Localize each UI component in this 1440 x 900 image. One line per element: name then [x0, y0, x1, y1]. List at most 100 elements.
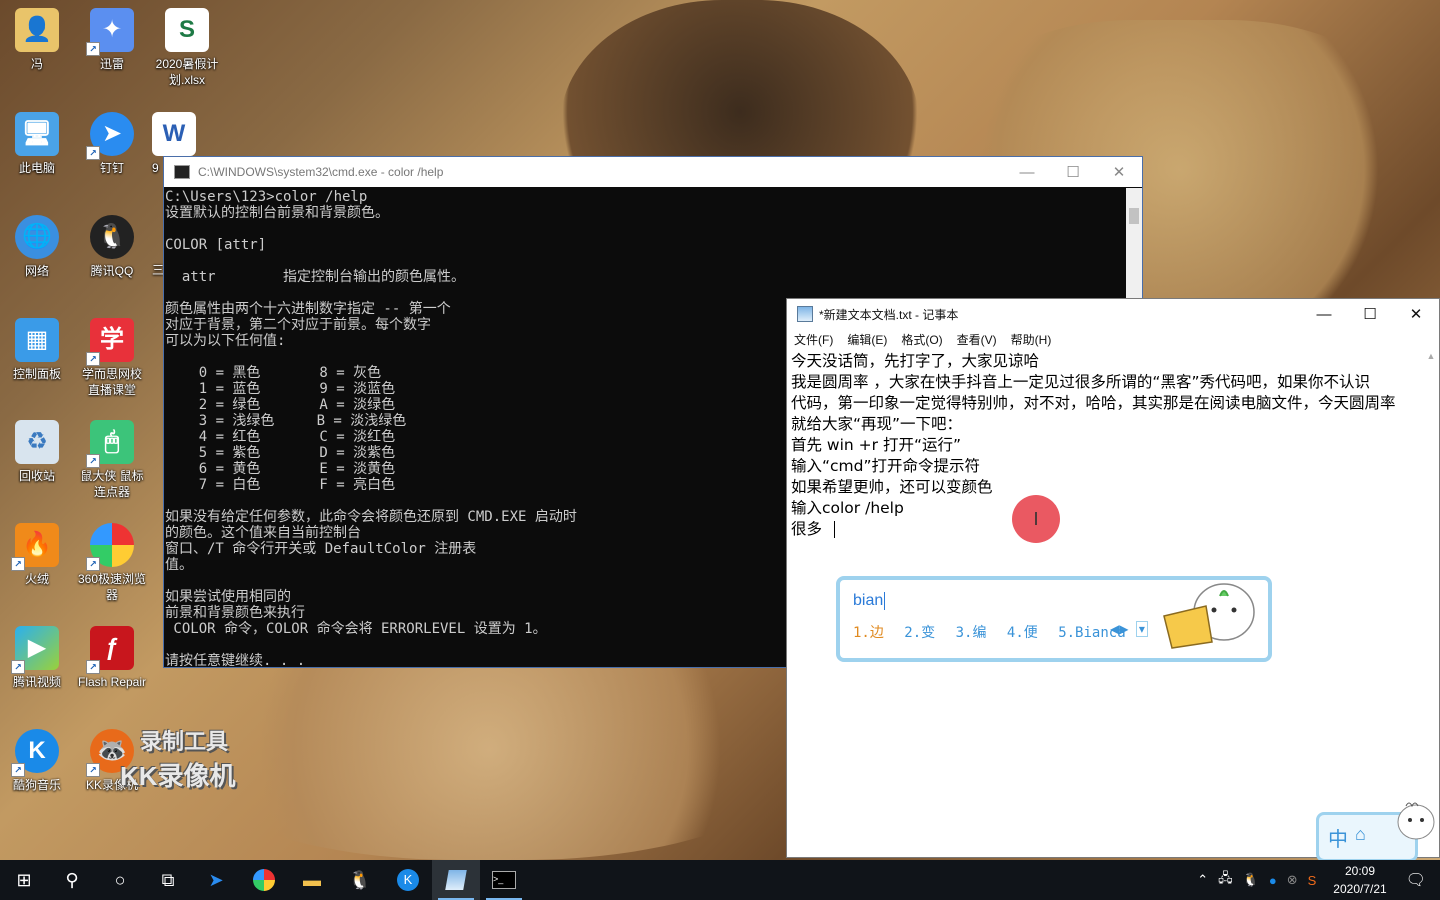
- desktop-icon-dingtalk[interactable]: ➤ ↗ 钉钉: [77, 112, 147, 176]
- mouse-cursor-highlight: I: [1012, 495, 1060, 543]
- minimize-button[interactable]: —: [1301, 299, 1347, 329]
- notepad-menu-bar: 文件(F) 编辑(E) 格式(O) 查看(V) 帮助(H): [787, 329, 1439, 349]
- text-line: 很多: [791, 520, 823, 538]
- menu-help[interactable]: 帮助(H): [1011, 331, 1052, 348]
- desktop-icon-recycle-bin[interactable]: ♻ 回收站: [2, 420, 72, 484]
- task-view-button[interactable]: ⧉: [144, 860, 192, 900]
- cmd-title-bar[interactable]: C:\WINDOWS\system32\cmd.exe - color /hel…: [164, 157, 1142, 187]
- kugou-icon: K: [397, 869, 419, 891]
- desktop-icon-kugou[interactable]: K ↗ 酷狗音乐: [2, 729, 72, 793]
- desktop-icon-this-pc[interactable]: 🖥 此电脑: [2, 112, 72, 176]
- maximize-button[interactable]: ☐: [1050, 157, 1096, 187]
- search-icon: ⚲: [65, 869, 79, 890]
- taskbar-360-browser[interactable]: [240, 860, 288, 900]
- ime-composition: bian: [853, 592, 886, 610]
- huorong-icon: 🔥 ↗: [11, 523, 59, 571]
- notepad-title: *新建文本文档.txt - 记事本: [819, 307, 959, 322]
- notepad-title-bar[interactable]: *新建文本文档.txt - 记事本 — ☐ ✕: [787, 299, 1439, 329]
- text-line: 代码，第一印象一定觉得特别帅，对不对，哈哈，其实那是在阅读电脑文件，今天圆周率: [791, 394, 1396, 412]
- scroll-thumb[interactable]: [1129, 208, 1139, 224]
- flash-repair-icon: ƒ ↗: [86, 626, 134, 674]
- ime-mascot-icon: [1163, 583, 1255, 649]
- cmd-line: attr 指定控制台输出的颜色属性。: [165, 269, 466, 285]
- folder-icon: ▬: [303, 869, 321, 890]
- desktop-icon-mouse-clicker[interactable]: 🖱 ↗ 鼠大侠 鼠标连点器: [77, 420, 147, 500]
- qq-tray-icon[interactable]: 🐧: [1243, 872, 1259, 888]
- text-line: 就给大家“再现”一下吧：: [791, 415, 963, 433]
- text-line: 输入color /help: [791, 499, 904, 517]
- taskbar-clock[interactable]: 20:09 2020/7/21: [1333, 862, 1386, 898]
- search-button[interactable]: ⚲: [48, 860, 96, 900]
- desktop-icon-network[interactable]: 🌐 网络: [2, 215, 72, 279]
- ime-language-toggle[interactable]: 中: [1328, 823, 1348, 852]
- qq-icon: 🐧: [90, 215, 134, 259]
- close-button[interactable]: ✕: [1393, 299, 1439, 329]
- text-cursor-icon: I: [1033, 508, 1039, 529]
- ime-candidate-3[interactable]: 3.编: [956, 625, 987, 641]
- ime-prev-icon[interactable]: ◀: [1110, 622, 1119, 636]
- menu-file[interactable]: 文件(F): [794, 331, 833, 348]
- ime-candidate-4[interactable]: 4.便: [1007, 625, 1038, 641]
- cortana-icon: ○: [114, 869, 126, 890]
- ime-next-icon[interactable]: ▶: [1119, 622, 1128, 636]
- scroll-up-icon[interactable]: ▲: [1423, 351, 1439, 361]
- notepad-icon: [445, 870, 467, 890]
- excel-file-icon: S: [165, 8, 209, 52]
- desktop-icon-flash-repair[interactable]: ƒ ↗ Flash Repair: [77, 626, 147, 690]
- desktop-icon-360-browser[interactable]: ↗ 360极速浏览器: [77, 523, 147, 603]
- ime-candidate-1[interactable]: 1.边: [853, 625, 884, 641]
- system-tray: ⌃ 🖧 🐧 ● ⊗ S 20:09 2020/7/21 🗨: [1192, 860, 1440, 900]
- desktop-icon-control-panel[interactable]: ▦ 控制面板: [2, 318, 72, 382]
- desktop-icon-feng[interactable]: 👤 冯: [2, 8, 72, 72]
- desktop-icon-xueersi[interactable]: 学 ↗ 学而思网校直播课堂: [77, 318, 147, 398]
- text-line-last: 很多: [791, 519, 1421, 540]
- desktop-icon-tencent-video[interactable]: ▶ ↗ 腾讯视频: [2, 626, 72, 690]
- cmd-line: [165, 221, 1126, 237]
- taskbar-dingtalk[interactable]: ➤: [192, 860, 240, 900]
- menu-edit[interactable]: 编辑(E): [847, 331, 887, 348]
- text-line: 我是圆周率 ，大家在快手抖音上一定见过很多所谓的“黑客”秀代码吧，如果你不认识: [791, 373, 1370, 391]
- network-tray-icon[interactable]: 🖧: [1218, 869, 1233, 891]
- taskbar: ⊞ ⚲ ○ ⧉ ➤ ▬ 🐧 K >_ ⌃ 🖧 🐧 ● ⊗ S 20:09 202…: [0, 860, 1440, 900]
- kugou-icon: K ↗: [11, 729, 59, 777]
- control-panel-icon: ▦: [15, 318, 59, 362]
- cortana-button[interactable]: ○: [96, 860, 144, 900]
- ime-menu-icon[interactable]: ⌂: [1355, 824, 1366, 845]
- taskbar-kugou[interactable]: K: [384, 860, 432, 900]
- task-view-icon: ⧉: [161, 869, 175, 890]
- text-line: 如果希望更帅，还可以变颜色: [791, 478, 993, 496]
- notification-icon[interactable]: 🗨: [1406, 870, 1426, 890]
- text-line: 今天没话筒，先打字了，大家见谅哈: [791, 352, 1040, 370]
- close-button[interactable]: ✕: [1096, 157, 1142, 187]
- 360-browser-icon: [253, 869, 275, 891]
- start-button[interactable]: ⊞: [0, 860, 48, 900]
- ime-expand-icon[interactable]: ▾: [1135, 621, 1148, 637]
- desktop-icon-xlsx[interactable]: S 2020暑假计划.xlsx: [152, 8, 222, 88]
- ime-candidate-window[interactable]: bian 1.边 2.变 3.编 4.便 5.Bianca ◀▶ ▾: [836, 576, 1272, 662]
- computer-icon: 🖥: [15, 112, 59, 156]
- menu-view[interactable]: 查看(V): [957, 331, 997, 348]
- sogou-tray-icon[interactable]: S: [1308, 873, 1317, 888]
- desktop-icon-xunlei[interactable]: ✦ ↗ 迅雷: [77, 8, 147, 72]
- notepad-scrollbar[interactable]: ▲: [1423, 351, 1439, 857]
- tray-expand-icon[interactable]: ⌃: [1197, 872, 1208, 888]
- taskbar-file-explorer[interactable]: ▬: [288, 860, 336, 900]
- cmd-line: COLOR [attr]: [165, 237, 267, 253]
- taskbar-cmd[interactable]: >_: [480, 860, 528, 900]
- dingtalk-icon: ➤ ↗: [86, 112, 134, 160]
- close-circle-tray-icon[interactable]: ⊗: [1287, 872, 1298, 888]
- kugou-tray-icon[interactable]: ●: [1269, 873, 1277, 888]
- maximize-button[interactable]: ☐: [1347, 299, 1393, 329]
- word-file-icon: W: [152, 112, 196, 156]
- desktop-icon-qq[interactable]: 🐧 腾讯QQ: [77, 215, 147, 279]
- network-icon: 🌐: [15, 215, 59, 259]
- ime-candidate-2[interactable]: 2.变: [904, 625, 935, 641]
- minimize-button[interactable]: —: [1004, 157, 1050, 187]
- taskbar-qq[interactable]: 🐧: [336, 860, 384, 900]
- menu-format[interactable]: 格式(O): [901, 331, 942, 348]
- desktop-icon-huorong[interactable]: 🔥 ↗ 火绒: [2, 523, 72, 587]
- text-line: 输入“cmd”打开命令提示符: [791, 457, 981, 475]
- ime-status-mascot-icon: [1397, 802, 1435, 840]
- taskbar-notepad[interactable]: [432, 860, 480, 900]
- cmd-icon: >_: [492, 871, 516, 889]
